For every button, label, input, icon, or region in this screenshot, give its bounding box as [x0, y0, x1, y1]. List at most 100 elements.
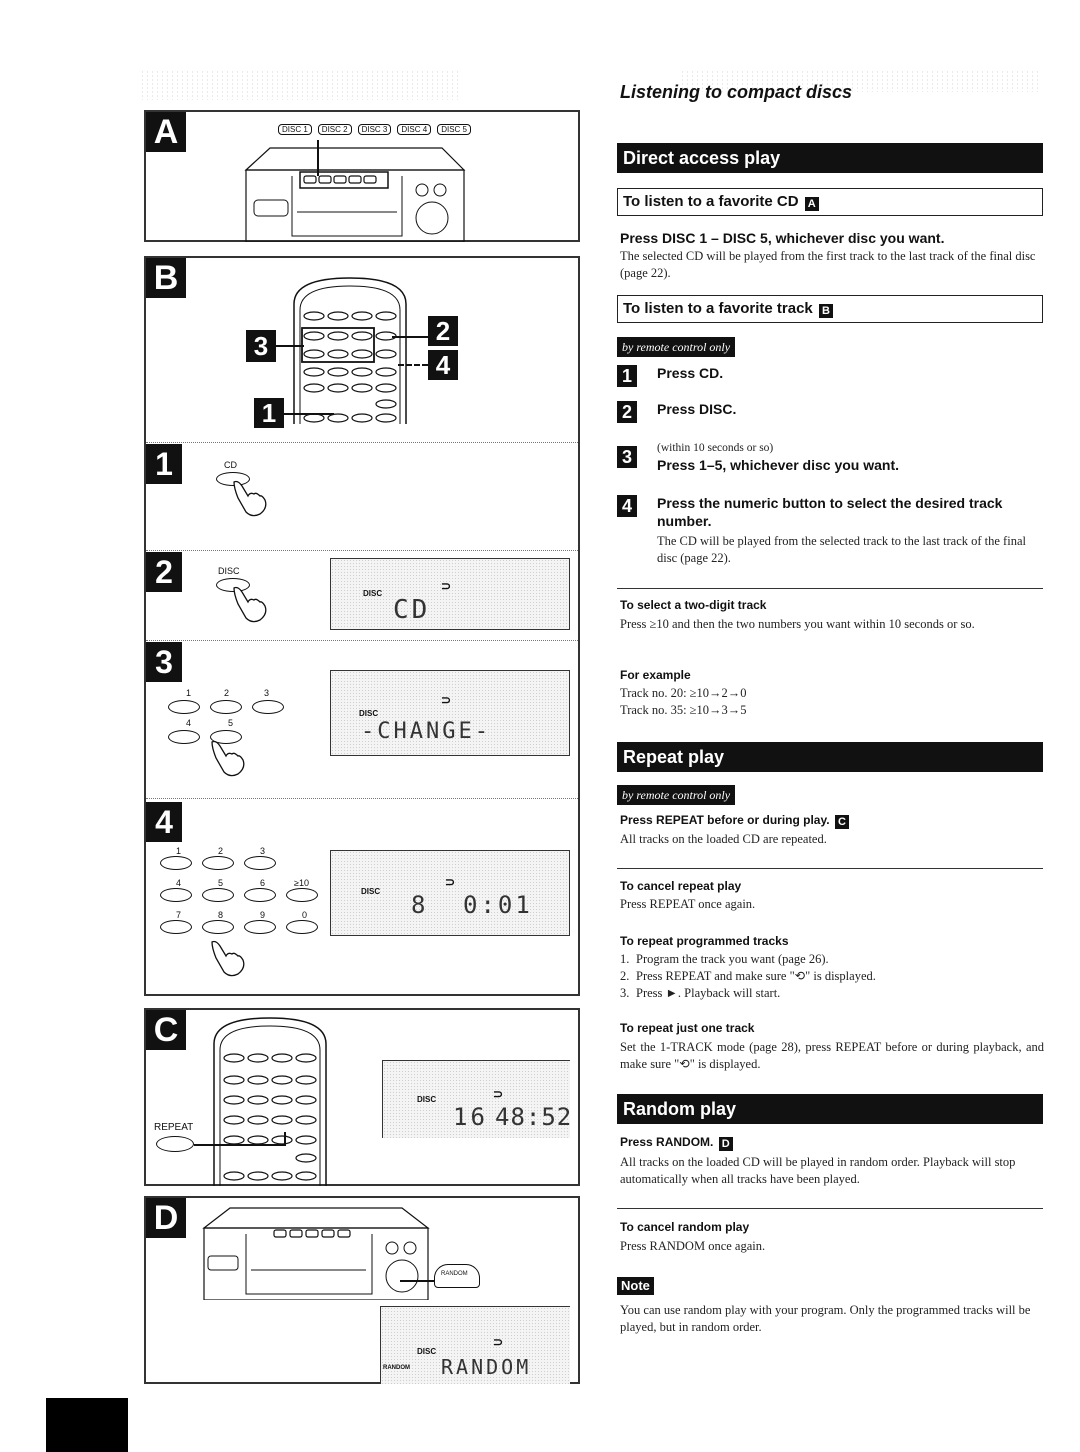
step-text: Press DISC. [657, 401, 737, 417]
numeric-key [168, 730, 200, 744]
section-header-random: Random play [617, 1094, 1043, 1124]
key-label: 9 [260, 910, 266, 920]
numeric-key [202, 888, 234, 902]
repeat-indicator-icon: ⊃ [445, 875, 456, 889]
key-label: 2 [218, 846, 224, 856]
random-description: All tracks on the loaded CD will be play… [620, 1155, 1016, 1186]
section-header-direct-access: Direct access play [617, 143, 1043, 173]
callout-4-line [398, 364, 428, 366]
figure-c: C REPEAT DISC 16 48:52 ⊃ [144, 1008, 580, 1186]
pointing-hand-icon [211, 940, 245, 977]
disc-button: DISC 4 [397, 124, 432, 135]
divider [146, 442, 578, 443]
page-edge-tab [46, 1398, 128, 1452]
lcd-disc-indicator: DISC [361, 887, 381, 896]
example-heading: For example [620, 668, 691, 682]
disc-button: DISC 5 [437, 124, 471, 135]
step-number: 4 [617, 495, 637, 517]
numeric-key [252, 700, 284, 714]
scan-noise [140, 70, 460, 100]
key-label: 1 [176, 846, 182, 856]
step-text: Press CD. [657, 365, 724, 381]
programmed-heading: To repeat programmed tracks [620, 934, 789, 948]
lcd-track-time: 0:01 [463, 891, 533, 919]
step-badge-4: 4 [146, 802, 182, 842]
instruction-text: Press REPEAT before or during play. [620, 813, 830, 827]
step-text: Press 1–5, whichever disc you want. [657, 457, 899, 473]
numeric-key [244, 888, 276, 902]
instruction: Press DISC 1 – DISC 5, whichever disc yo… [620, 230, 945, 246]
numeric-key [160, 888, 192, 902]
divider [617, 868, 1043, 869]
figure-ref-c: C [834, 815, 849, 829]
key-label: 8 [218, 910, 224, 920]
lcd-text: CD [393, 595, 431, 625]
key-label: 3 [264, 688, 270, 698]
key-label: 0 [302, 910, 308, 920]
lcd-disc-indicator: DISC [359, 709, 379, 718]
step-number: 1 [617, 365, 637, 387]
callout-2-line [392, 336, 428, 338]
divider [146, 798, 578, 799]
callout-1-line [284, 413, 334, 415]
step-pretext: (within 10 seconds or so) [657, 442, 774, 454]
cancel-repeat-text: Press REPEAT once again. [620, 897, 756, 911]
numeric-key [210, 700, 242, 714]
repeat-instruction: Press REPEAT before or during play. C [620, 813, 849, 829]
one-track-heading: To repeat just one track [620, 1021, 755, 1035]
key-label: 5 [228, 718, 234, 728]
cd-button-label: CD [224, 460, 237, 470]
callout-3: 3 [246, 330, 276, 362]
numeric-key [202, 856, 234, 870]
subsection-heading-favorite-track: To listen to a favorite track B [617, 295, 1043, 323]
two-digit-text: Press ≥10 and then the two numbers you w… [620, 617, 975, 631]
numeric-key [160, 920, 192, 934]
lcd-elapsed-time: 48:52 [495, 1103, 570, 1131]
repeat-pointer-line [284, 1132, 286, 1146]
step-text: Press the numeric button to select the d… [657, 495, 1003, 529]
repeat-pointer-line [194, 1144, 284, 1146]
page-title: Listening to compact discs [620, 82, 853, 102]
list-item: 3. Press ►. Playback will start. [620, 986, 781, 1000]
figure-ref-a: A [804, 197, 819, 211]
step-badge-2: 2 [146, 552, 182, 592]
repeat-indicator-icon: ⊃ [441, 693, 452, 707]
numeric-key [286, 888, 318, 902]
remote-only-badge: by remote control only [617, 785, 736, 805]
numeric-key [160, 856, 192, 870]
divider [617, 588, 1043, 589]
example-line: Track no. 35: ≥10→3→5 [620, 703, 747, 717]
key-label: ≥10 [294, 878, 309, 888]
callout-4: 4 [428, 350, 458, 380]
lcd-disc-indicator: DISC [363, 589, 383, 598]
numeric-key [202, 920, 234, 934]
key-label: 4 [176, 878, 182, 888]
random-instruction: Press RANDOM. D [620, 1135, 733, 1151]
lcd-text: -CHANGE- [361, 719, 491, 744]
lcd-display-step3: DISC -CHANGE- ⊃ [330, 670, 570, 756]
step-badge-3: 3 [146, 642, 182, 682]
pointing-hand-icon [233, 480, 267, 517]
figure-letter: D [146, 1198, 186, 1238]
one-track-text: Set the 1-TRACK mode (page 28), press RE… [620, 1040, 1044, 1071]
figure-letter: A [146, 112, 186, 152]
lcd-disc-indicator: DISC [417, 1095, 437, 1104]
lcd-display-step2: DISC CD ⊃ [330, 558, 570, 630]
repeat-indicator-icon: ⊃ [493, 1335, 504, 1349]
repeat-button [156, 1136, 194, 1152]
disc-button: DISC 1 [278, 124, 312, 135]
lcd-track-number: 16 [453, 1103, 488, 1131]
list-item: 1. Program the track you want (page 26). [620, 952, 829, 966]
repeat-description: All tracks on the loaded CD are repeated… [620, 832, 827, 846]
lcd-display-step4: DISC 8 0:01 ⊃ [330, 850, 570, 936]
note-label: Note [617, 1277, 654, 1295]
disc-button-row: DISC 1 DISC 2 DISC 3 DISC 4 DISC 5 [278, 124, 471, 135]
figure-letter: C [146, 1010, 186, 1050]
random-button-label: RANDOM [441, 1271, 468, 1277]
disc-button-label: DISC [218, 566, 240, 576]
lcd-text: RANDOM [441, 1355, 532, 1379]
remote-control-illustration [213, 1017, 327, 1186]
callout-1: 1 [254, 398, 284, 428]
key-label: 4 [186, 718, 192, 728]
section-header-repeat: Repeat play [617, 742, 1043, 772]
